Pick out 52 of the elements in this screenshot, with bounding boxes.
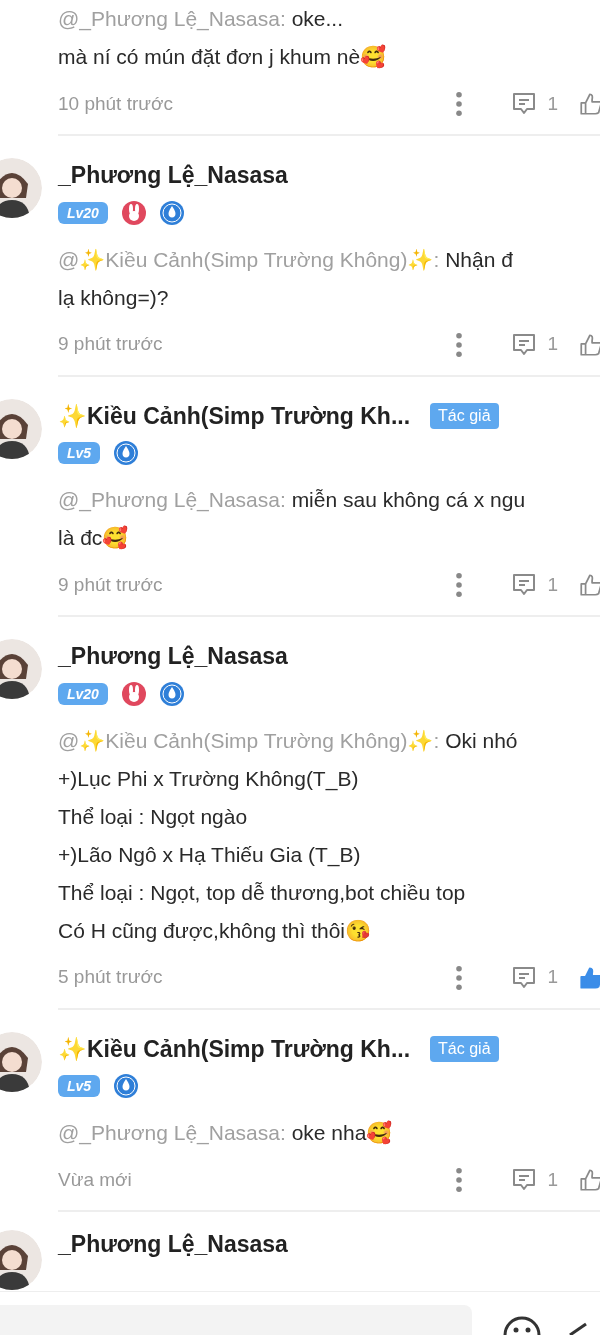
level-badge: Lv5 xyxy=(58,442,101,464)
thumbs-up-icon[interactable] xyxy=(578,1167,600,1193)
comment-time: 9 phút trước xyxy=(58,332,164,357)
reply-count: 1 xyxy=(547,1167,558,1192)
comment-icon[interactable] xyxy=(511,964,538,991)
author-name[interactable]: _Phương Lệ_Nasasa xyxy=(58,158,288,193)
reply-count: 1 xyxy=(547,332,558,357)
comment-time: Vừa mới xyxy=(58,1167,133,1192)
level-badge: Lv20 xyxy=(58,201,108,224)
author-name[interactable]: ✨Kiều Cảnh(Simp Trường Kh... xyxy=(58,1031,411,1066)
author-name[interactable]: _Phương Lệ_Nasasa xyxy=(58,639,288,674)
drop-badge-icon xyxy=(114,441,139,465)
drop-badge-icon xyxy=(159,200,184,225)
author-tag: Tác giả xyxy=(430,402,499,429)
drop-badge-icon xyxy=(114,1074,139,1098)
comment-icon[interactable] xyxy=(511,91,538,117)
comment-icon[interactable] xyxy=(511,331,538,358)
more-icon[interactable] xyxy=(455,572,464,598)
comment-text: @_Phương Lệ_Nasasa: miễn sau không cá x ngu là đc🥰 xyxy=(58,487,527,552)
author-name[interactable]: _Phương Lệ_Nasasa xyxy=(58,1230,288,1290)
reply-count: 1 xyxy=(547,91,558,116)
more-icon[interactable] xyxy=(455,91,464,117)
avatar[interactable] xyxy=(0,398,42,459)
comment-icon[interactable] xyxy=(511,572,538,598)
rabbit-badge-icon xyxy=(121,200,146,225)
comment-time: 10 phút trước xyxy=(58,91,174,116)
comment-text: @_Phương Lệ_Nasasa: oke... mà ní có mún đặt đơn j khum nè🥰 xyxy=(58,6,388,71)
level-badge: Lv20 xyxy=(58,682,108,705)
thumbs-up-icon[interactable] xyxy=(578,964,600,991)
level-badge: Lv5 xyxy=(58,1075,101,1097)
thumbs-up-icon[interactable] xyxy=(578,91,600,117)
more-icon[interactable] xyxy=(455,1167,464,1193)
rabbit-badge-icon xyxy=(121,681,146,706)
drop-badge-icon xyxy=(159,681,184,706)
avatar[interactable] xyxy=(0,1031,42,1092)
comment-text: @✨Kiều Cảnh(Simp Trường Không)✨: Oki nhó +)Lục Phi x Trường Không(T_B) Thể loại : Ngọt ngào +)Lão Ngô x Hạ Thiếu Gia (T_B) Thể loại : Ngọt, top dễ thương,bot chiều top Có H cũng được,không thì thôi😘 xyxy=(58,727,519,944)
comment-text: @_Phương Lệ_Nasasa: oke nha🥰 xyxy=(58,1119,394,1147)
more-icon[interactable] xyxy=(455,331,464,358)
thumbs-up-icon[interactable] xyxy=(578,331,600,358)
avatar[interactable] xyxy=(0,639,42,699)
thumbs-up-icon[interactable] xyxy=(578,572,600,598)
avatar[interactable] xyxy=(0,1230,42,1290)
comment-text: @✨Kiều Cảnh(Simp Trường Không)✨: Nhận đ lạ không=)? xyxy=(58,246,514,311)
comment-time: 5 phút trước xyxy=(58,965,164,990)
more-icon[interactable] xyxy=(455,964,464,991)
author-name[interactable]: ✨Kiều Cảnh(Simp Trường Kh... xyxy=(58,398,411,433)
comment-icon[interactable] xyxy=(511,1167,538,1193)
reply-count: 1 xyxy=(547,965,558,990)
reply-count: 1 xyxy=(547,572,558,597)
avatar[interactable] xyxy=(0,158,42,218)
author-tag: Tác giả xyxy=(430,1035,499,1062)
comment-time: 9 phút trước xyxy=(58,572,164,597)
